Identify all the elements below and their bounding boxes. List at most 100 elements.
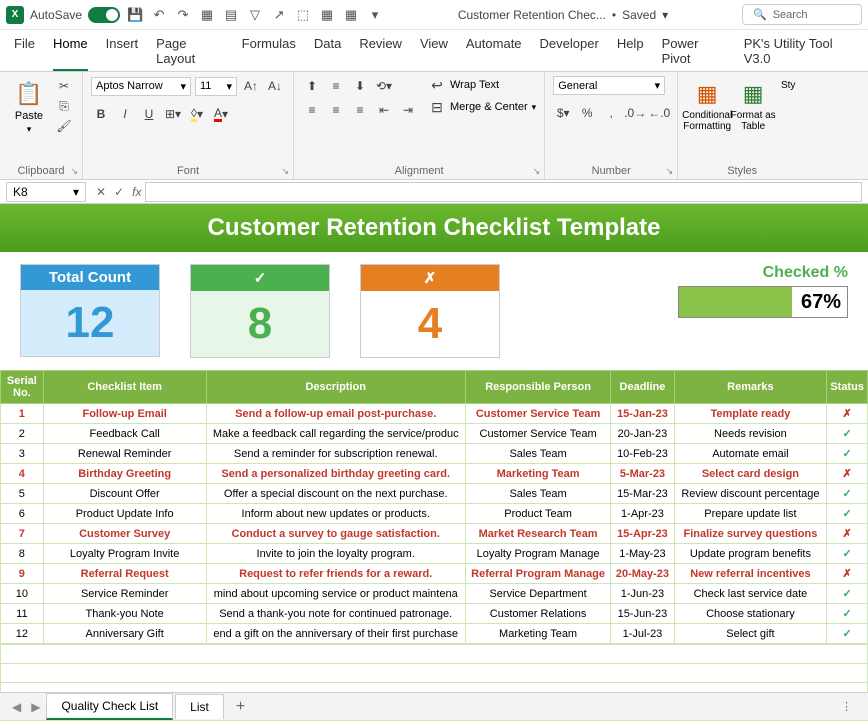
col-serial[interactable]: Serial No. <box>1 371 44 404</box>
dialog-launcher-icon[interactable]: ↘ <box>281 166 289 177</box>
cell-status[interactable]: ✗ <box>827 464 868 484</box>
cell-serial[interactable]: 9 <box>1 564 44 584</box>
cell-remarks[interactable]: New referral incentives <box>674 564 827 584</box>
cell-serial[interactable]: 8 <box>1 544 44 564</box>
more-icon[interactable]: ⋮ <box>833 700 860 713</box>
cell-description[interactable]: Make a feedback call regarding the servi… <box>206 424 465 444</box>
col-person[interactable]: Responsible Person <box>465 371 610 404</box>
tab-data[interactable]: Data <box>314 36 341 71</box>
tab-formulas[interactable]: Formulas <box>242 36 296 71</box>
cell-item[interactable]: Referral Request <box>43 564 206 584</box>
table-row[interactable]: 1Follow-up EmailSend a follow-up email p… <box>1 404 868 424</box>
cell-deadline[interactable]: 5-Mar-23 <box>611 464 674 484</box>
cell-deadline[interactable]: 1-Apr-23 <box>611 504 674 524</box>
align-right-button[interactable]: ≡ <box>350 100 370 120</box>
cell-status[interactable]: ✗ <box>827 524 868 544</box>
table-row[interactable]: 9Referral RequestRequest to refer friend… <box>1 564 868 584</box>
table-row[interactable]: 11Thank-you NoteSend a thank-you note fo… <box>1 604 868 624</box>
cell-deadline[interactable]: 20-May-23 <box>611 564 674 584</box>
qat-icon[interactable]: ▦ <box>198 6 216 24</box>
cell-description[interactable]: Inform about new updates or products. <box>206 504 465 524</box>
cell-person[interactable]: Customer Service Team <box>465 424 610 444</box>
cell-description[interactable]: Offer a special discount on the next pur… <box>206 484 465 504</box>
tab-help[interactable]: Help <box>617 36 644 71</box>
cell-serial[interactable]: 5 <box>1 484 44 504</box>
align-left-button[interactable]: ≡ <box>302 100 322 120</box>
prev-sheet-icon[interactable]: ◀ <box>8 700 25 714</box>
cell-remarks[interactable]: Update program benefits <box>674 544 827 564</box>
cell-status[interactable]: ✓ <box>827 444 868 464</box>
cell-deadline[interactable]: 1-May-23 <box>611 544 674 564</box>
cell-serial[interactable]: 7 <box>1 524 44 544</box>
file-title[interactable]: Customer Retention Chec... • Saved ▾ <box>458 8 668 22</box>
cell-styles-button[interactable]: Sty <box>778 76 798 91</box>
decrease-decimal-button[interactable]: ←.0 <box>649 103 669 123</box>
paste-button[interactable]: 📋 Paste ▾ <box>8 76 50 135</box>
cell-description[interactable]: end a gift on the anniversary of their f… <box>206 624 465 644</box>
name-box[interactable]: K8▾ <box>6 182 86 202</box>
copy-button[interactable]: ⎘ <box>54 96 74 116</box>
cell-person[interactable]: Sales Team <box>465 444 610 464</box>
cell-serial[interactable]: 11 <box>1 604 44 624</box>
cell-remarks[interactable]: Prepare update list <box>674 504 827 524</box>
cell-description[interactable]: Conduct a survey to gauge satisfaction. <box>206 524 465 544</box>
cell-remarks[interactable]: Needs revision <box>674 424 827 444</box>
tab-power-pivot[interactable]: Power Pivot <box>662 36 726 71</box>
cell-serial[interactable]: 4 <box>1 464 44 484</box>
table-row[interactable]: 4Birthday GreetingSend a personalized bi… <box>1 464 868 484</box>
cell-item[interactable]: Renewal Reminder <box>43 444 206 464</box>
enter-fx-icon[interactable]: ✓ <box>110 185 128 199</box>
cell-description[interactable]: Invite to join the loyalty program. <box>206 544 465 564</box>
cell-serial[interactable]: 2 <box>1 424 44 444</box>
qat-icon[interactable]: ▦ <box>318 6 336 24</box>
cell-status[interactable]: ✓ <box>827 504 868 524</box>
cell-item[interactable]: Birthday Greeting <box>43 464 206 484</box>
tab-pk-utility[interactable]: PK's Utility Tool V3.0 <box>744 36 854 71</box>
cell-deadline[interactable]: 15-Jun-23 <box>611 604 674 624</box>
cell-person[interactable]: Market Research Team <box>465 524 610 544</box>
worksheet[interactable]: Customer Retention Checklist Template To… <box>0 204 868 721</box>
cell-item[interactable]: Service Reminder <box>43 584 206 604</box>
comma-button[interactable]: , <box>601 103 621 123</box>
fx-icon[interactable]: fx <box>128 185 145 199</box>
qat-icon[interactable]: ▽ <box>246 6 264 24</box>
cell-status[interactable]: ✓ <box>827 424 868 444</box>
cell-description[interactable]: Send a follow-up email post-purchase. <box>206 404 465 424</box>
number-format-select[interactable]: General▾ <box>553 76 665 95</box>
cell-description[interactable]: Send a personalized birthday greeting ca… <box>206 464 465 484</box>
cell-item[interactable]: Thank-you Note <box>43 604 206 624</box>
underline-button[interactable]: U <box>139 104 159 124</box>
font-size-select[interactable]: 11▾ <box>195 77 237 96</box>
cell-deadline[interactable]: 15-Mar-23 <box>611 484 674 504</box>
cell-person[interactable]: Sales Team <box>465 484 610 504</box>
cell-person[interactable]: Marketing Team <box>465 464 610 484</box>
cell-person[interactable]: Loyalty Program Manage <box>465 544 610 564</box>
dialog-launcher-icon[interactable]: ↘ <box>666 166 674 177</box>
col-item[interactable]: Checklist Item <box>43 371 206 404</box>
decrease-font-button[interactable]: A↓ <box>265 76 285 96</box>
align-middle-button[interactable]: ≡ <box>326 76 346 96</box>
cell-person[interactable]: Customer Relations <box>465 604 610 624</box>
cell-item[interactable]: Anniversary Gift <box>43 624 206 644</box>
cell-item[interactable]: Loyalty Program Invite <box>43 544 206 564</box>
tab-review[interactable]: Review <box>359 36 402 71</box>
cell-remarks[interactable]: Select gift <box>674 624 827 644</box>
qat-icon[interactable]: ▤ <box>222 6 240 24</box>
save-icon[interactable]: 💾 <box>126 6 144 24</box>
align-center-button[interactable]: ≡ <box>326 100 346 120</box>
table-row[interactable]: 7Customer SurveyConduct a survey to gaug… <box>1 524 868 544</box>
cell-status[interactable]: ✓ <box>827 484 868 504</box>
cell-deadline[interactable]: 15-Jan-23 <box>611 404 674 424</box>
qat-icon[interactable]: ⬚ <box>294 6 312 24</box>
table-row[interactable]: 10Service Remindermind about upcoming se… <box>1 584 868 604</box>
merge-center-button[interactable]: ⊟Merge & Center▾ <box>428 98 536 116</box>
cell-serial[interactable]: 12 <box>1 624 44 644</box>
table-row[interactable]: 12Anniversary Giftend a gift on the anni… <box>1 624 868 644</box>
cell-description[interactable]: Request to refer friends for a reward. <box>206 564 465 584</box>
decrease-indent-button[interactable]: ⇤ <box>374 100 394 120</box>
cell-remarks[interactable]: Choose stationary <box>674 604 827 624</box>
cell-serial[interactable]: 10 <box>1 584 44 604</box>
percent-button[interactable]: % <box>577 103 597 123</box>
tab-automate[interactable]: Automate <box>466 36 522 71</box>
cell-status[interactable]: ✓ <box>827 544 868 564</box>
